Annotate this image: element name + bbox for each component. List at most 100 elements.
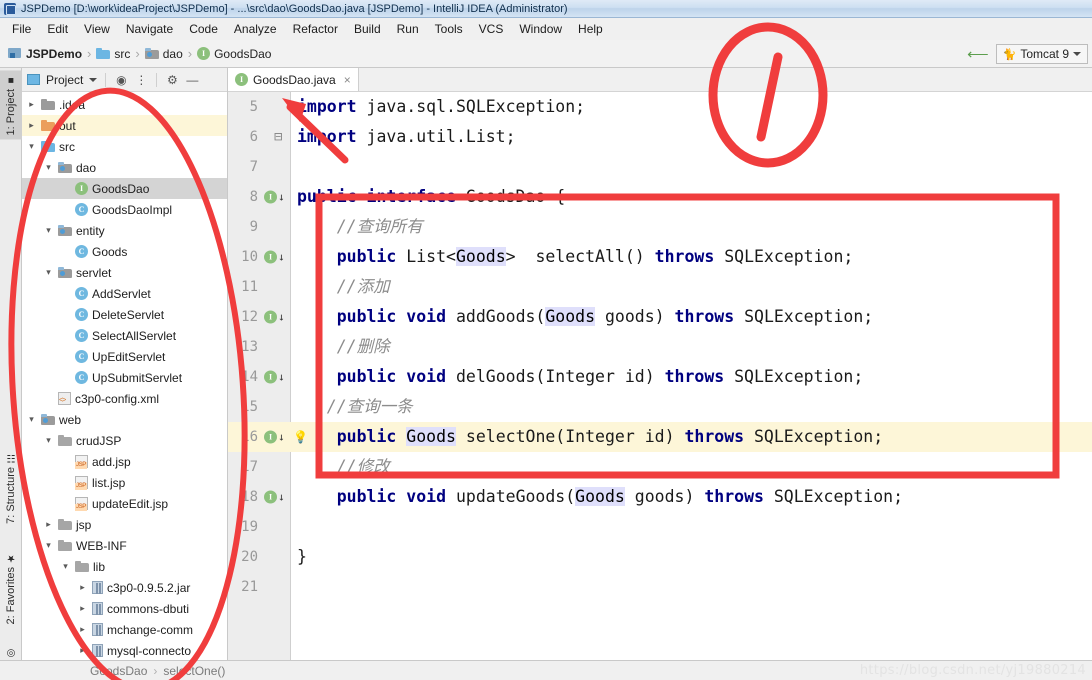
gutter-line-7[interactable]: 7	[228, 152, 291, 182]
gutter-line-17[interactable]: 17	[228, 452, 291, 482]
gutter-line-20[interactable]: 20	[228, 542, 291, 572]
interface-marker-icon[interactable]: I	[264, 490, 277, 504]
gear-icon[interactable]: ⚙	[165, 73, 179, 87]
breadcrumb-item-jspdemo[interactable]: JSPDemo	[6, 47, 84, 61]
chevron-down-icon[interactable]: ▾	[43, 436, 54, 445]
menu-item-analyze[interactable]: Analyze	[226, 19, 285, 39]
implemented-marker-icon[interactable]: I ↓	[264, 310, 285, 324]
code-line-20[interactable]: }	[291, 542, 1092, 572]
down-arrow-icon[interactable]: ↓	[278, 312, 285, 323]
gutter-line-8[interactable]: 8 I ↓	[228, 182, 291, 212]
code-line-12[interactable]: public void addGoods(Goods goods) throws…	[291, 302, 1092, 332]
menu-item-refactor[interactable]: Refactor	[285, 19, 346, 39]
gutter-line-5[interactable]: 5	[228, 92, 291, 122]
code-line-18[interactable]: public void updateGoods(Goods goods) thr…	[291, 482, 1092, 512]
chevron-right-icon[interactable]: ▸	[77, 604, 88, 613]
tree-node-goodsdao[interactable]: I GoodsDao	[22, 178, 227, 199]
tool-window-tab-structure[interactable]: 7: Structure ☷	[0, 448, 22, 528]
menu-item-file[interactable]: File	[4, 19, 39, 39]
editor-tab-goodsdao-java[interactable]: I GoodsDao.java ×	[228, 68, 359, 91]
chevron-down-icon[interactable]: ▾	[43, 163, 54, 172]
gutter-line-18[interactable]: 18 I ↓	[228, 482, 291, 512]
menu-item-help[interactable]: Help	[570, 19, 611, 39]
tree-node-updateedit-jsp[interactable]: updateEdit.jsp	[22, 493, 227, 514]
gutter-line-21[interactable]: 21	[228, 572, 291, 602]
tree-node-upeditservlet[interactable]: C UpEditServlet	[22, 346, 227, 367]
interface-marker-icon[interactable]: I	[264, 190, 277, 204]
editor-gutter[interactable]: 5 6 ⊟ 7 8 I ↓ 9 10 I ↓ 11 12 I ↓ 13 14 I ↓ 15 16 I ↓ 17 18 I ↓ 19 20…	[228, 92, 291, 660]
implemented-marker-icon[interactable]: I ↓	[264, 250, 285, 264]
tree-node-jsp[interactable]: ▸ jsp	[22, 514, 227, 535]
code-line-17[interactable]: //修改	[291, 452, 1092, 482]
tree-node-add-jsp[interactable]: add.jsp	[22, 451, 227, 472]
menu-item-vcs[interactable]: VCS	[471, 19, 512, 39]
down-arrow-icon[interactable]: ↓	[278, 372, 285, 383]
tree-node-selectallservlet[interactable]: C SelectAllServlet	[22, 325, 227, 346]
code-line-15[interactable]: //查询一条	[291, 392, 1092, 422]
down-arrow-icon[interactable]: ↓	[278, 192, 285, 203]
gutter-line-13[interactable]: 13	[228, 332, 291, 362]
interface-marker-icon[interactable]: I	[264, 430, 277, 444]
gutter-line-19[interactable]: 19	[228, 512, 291, 542]
menu-item-build[interactable]: Build	[346, 19, 389, 39]
tree-node-lib[interactable]: ▾ lib	[22, 556, 227, 577]
chevron-down-icon[interactable]: ▾	[43, 226, 54, 235]
implemented-marker-icon[interactable]: I ↓	[264, 430, 285, 444]
hide-icon[interactable]: —	[185, 73, 199, 87]
implemented-marker-icon[interactable]: I ↓	[264, 490, 285, 504]
chevron-right-icon[interactable]: ▸	[43, 520, 54, 529]
menu-item-edit[interactable]: Edit	[39, 19, 76, 39]
code-line-11[interactable]: //添加	[291, 272, 1092, 302]
code-line-6[interactable]: import java.util.List;	[291, 122, 1092, 152]
chevron-right-icon[interactable]: ▸	[77, 625, 88, 634]
tree-node-list-jsp[interactable]: list.jsp	[22, 472, 227, 493]
tree-node-dao[interactable]: ▾ dao	[22, 157, 227, 178]
code-line-5[interactable]: import java.sql.SQLException;	[291, 92, 1092, 122]
code-line-13[interactable]: //删除	[291, 332, 1092, 362]
interface-marker-icon[interactable]: I	[264, 370, 277, 384]
implemented-marker-icon[interactable]: I ↓	[264, 190, 285, 204]
chevron-down-icon[interactable]: ▾	[43, 268, 54, 277]
tree-node-goods[interactable]: C Goods	[22, 241, 227, 262]
code-editor[interactable]: 5 6 ⊟ 7 8 I ↓ 9 10 I ↓ 11 12 I ↓ 13 14 I ↓ 15 16 I ↓ 17 18 I ↓ 19 20…	[228, 92, 1092, 660]
hammer-icon[interactable]: ⟵	[967, 45, 989, 63]
tree-node-entity[interactable]: ▾ entity	[22, 220, 227, 241]
status-breadcrumb-item[interactable]: GoodsDao	[90, 664, 147, 678]
down-arrow-icon[interactable]: ↓	[278, 492, 285, 503]
menu-item-window[interactable]: Window	[511, 19, 570, 39]
down-arrow-icon[interactable]: ↓	[278, 432, 285, 443]
code-line-8[interactable]: public interface GoodsDao {	[291, 182, 1092, 212]
chevron-right-icon[interactable]: ▸	[26, 121, 37, 130]
chevron-right-icon[interactable]: ▸	[26, 100, 37, 109]
code-line-19[interactable]	[291, 512, 1092, 542]
tree-node-mchange-comm[interactable]: ▸ mchange-comm	[22, 619, 227, 640]
code-line-14[interactable]: public void delGoods(Integer id) throws …	[291, 362, 1092, 392]
tree-node-upsubmitservlet[interactable]: C UpSubmitServlet	[22, 367, 227, 388]
chevron-right-icon[interactable]: ▸	[77, 583, 88, 592]
gutter-line-12[interactable]: 12 I ↓	[228, 302, 291, 332]
chevron-right-icon[interactable]: ▸	[77, 646, 88, 655]
breadcrumb-item-dao[interactable]: dao	[143, 47, 185, 61]
gutter-line-11[interactable]: 11	[228, 272, 291, 302]
gutter-line-9[interactable]: 9	[228, 212, 291, 242]
gutter-line-16[interactable]: 16 I ↓	[228, 422, 291, 452]
code-line-21[interactable]	[291, 572, 1092, 602]
fold-region-icon[interactable]: ⊟	[274, 129, 282, 145]
tool-window-tab-favorites[interactable]: 2: Favorites ★	[0, 548, 22, 628]
menu-item-tools[interactable]: Tools	[427, 19, 471, 39]
tree-node-addservlet[interactable]: C AddServlet	[22, 283, 227, 304]
menu-item-run[interactable]: Run	[389, 19, 427, 39]
tree-node-servlet[interactable]: ▾ servlet	[22, 262, 227, 283]
chevron-down-icon[interactable]: ▾	[26, 142, 37, 151]
gutter-line-6[interactable]: 6 ⊟	[228, 122, 291, 152]
tree-node--idea[interactable]: ▸ .idea	[22, 94, 227, 115]
tool-window-tab-project[interactable]: 1: Project ■	[0, 70, 22, 140]
code-line-9[interactable]: //查询所有	[291, 212, 1092, 242]
code-line-7[interactable]	[291, 152, 1092, 182]
implemented-marker-icon[interactable]: I ↓	[264, 370, 285, 384]
breadcrumb-item-src[interactable]: src	[94, 47, 132, 61]
chevron-down-icon[interactable]: ▾	[26, 415, 37, 424]
tree-node-c3p0-config-xml[interactable]: c3p0-config.xml	[22, 388, 227, 409]
run-configuration-selector[interactable]: 🐈 Tomcat 9	[995, 44, 1088, 64]
gutter-line-14[interactable]: 14 I ↓	[228, 362, 291, 392]
